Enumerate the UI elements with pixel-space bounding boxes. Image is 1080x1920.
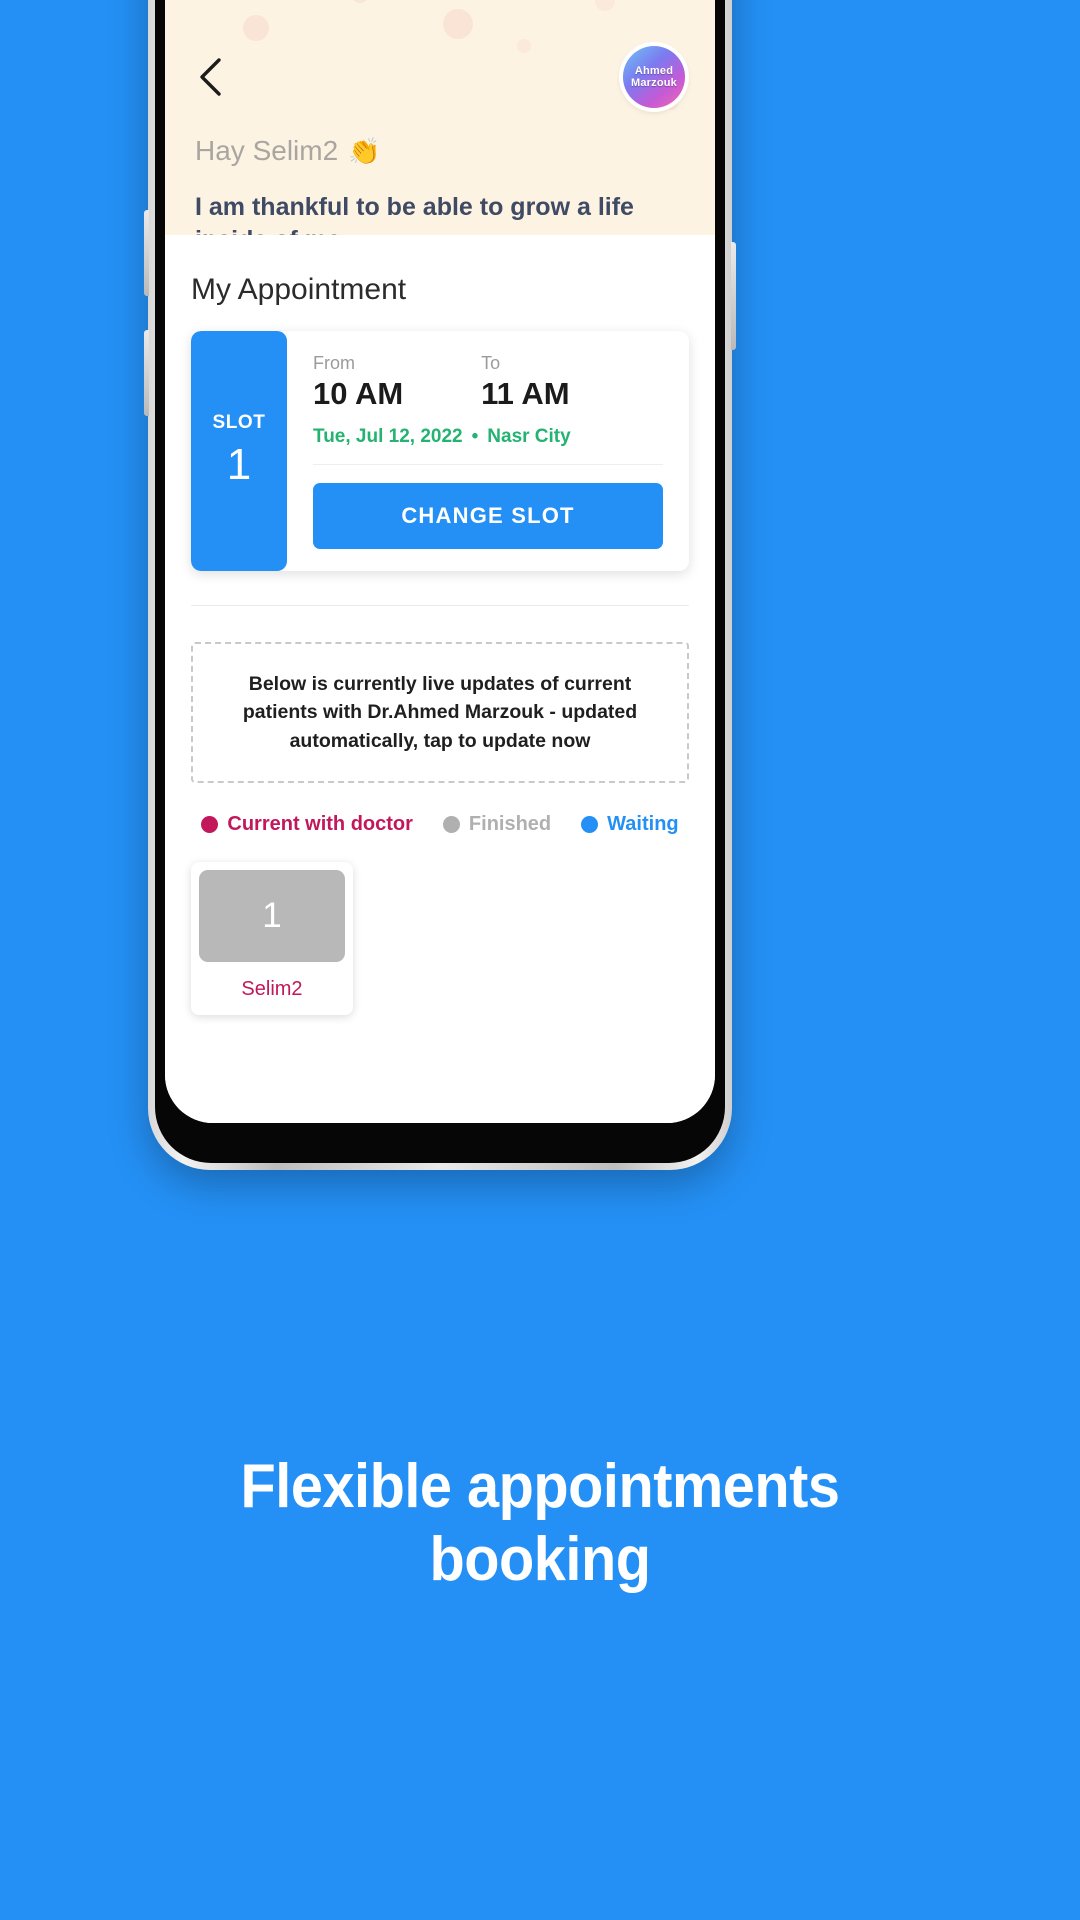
from-label: From (313, 353, 355, 373)
from-value: 10 AM (313, 376, 404, 411)
from-time-group: From 10 AM (313, 353, 403, 412)
appointment-details: From 10 AM To 11 AM Tue, Jul 12, 2022 • … (287, 331, 689, 571)
greeting-row: Hay Selim2 👏 (195, 135, 685, 167)
avatar-name-line2: Marzouk (630, 77, 678, 89)
clapping-hands-icon: 👏 (348, 135, 381, 166)
slot-number: 1 (226, 440, 252, 489)
app-screen: Ahmed Marzouk Hay Selim2 👏 I am thankful… (165, 0, 715, 1123)
queue-number-tile: 1 (199, 869, 345, 962)
promo-caption-line1: Flexible appointments (240, 1452, 840, 1521)
phone-screen: Ahmed Marzouk Hay Selim2 👏 I am thankful… (165, 0, 715, 1123)
appointment-card: SLOT 1 From 10 AM To 11 AM Tue, Jul 12, … (191, 331, 689, 571)
legend-item-waiting: Waiting (581, 812, 679, 836)
header-card: Ahmed Marzouk Hay Selim2 👏 I am thankful… (165, 0, 715, 235)
to-value: 11 AM (481, 376, 570, 411)
back-button[interactable] (195, 54, 241, 100)
power-button[interactable] (731, 242, 736, 350)
live-update-info-box[interactable]: Below is currently live updates of curre… (191, 642, 689, 783)
phone-frame: Ahmed Marzouk Hay Selim2 👏 I am thankful… (144, 0, 736, 1170)
queue-patient-name: Selim2 (241, 977, 303, 1000)
legend-label-waiting: Waiting (607, 812, 679, 835)
status-dot-waiting (581, 815, 599, 833)
volume-down-button[interactable] (144, 330, 149, 416)
avatar[interactable]: Ahmed Marzouk (623, 46, 685, 108)
meta-separator-dot: • (471, 426, 479, 447)
status-dot-current (201, 815, 219, 833)
appointment-meta-row: Tue, Jul 12, 2022 • Nasr City (313, 426, 663, 465)
slot-label: SLOT (212, 412, 266, 433)
patient-queue-list: 1 Selim2 (191, 861, 689, 1015)
time-row: From 10 AM To 11 AM (313, 353, 663, 412)
affirmation-text: I am thankful to be able to grow a life … (195, 193, 634, 235)
slot-badge: SLOT 1 (191, 331, 287, 571)
header-top-row: Ahmed Marzouk (195, 0, 685, 109)
legend-label-finished: Finished (468, 812, 552, 835)
greeting-text: Hay Selim2 (195, 135, 339, 166)
appointment-date: Tue, Jul 12, 2022 (313, 426, 463, 447)
volume-up-button[interactable] (144, 210, 149, 296)
legend-item-finished: Finished (442, 812, 552, 836)
change-slot-button[interactable]: CHANGE SLOT (313, 483, 663, 549)
legend-item-current: Current with doctor (201, 813, 413, 836)
page-title: My Appointment (191, 273, 407, 306)
promo-caption-line2: booking (429, 1525, 651, 1595)
phone-bezel: Ahmed Marzouk Hay Selim2 👏 I am thankful… (155, 0, 725, 1163)
to-time-group: To 11 AM (481, 353, 569, 412)
legend-label-current: Current with doctor (227, 812, 413, 835)
chevron-left-icon (195, 56, 225, 98)
list-item[interactable]: 1 Selim2 (191, 861, 353, 1015)
appointment-section: My Appointment SLOT 1 From 10 AM To 11 A… (165, 235, 715, 571)
promo-caption: Flexible appointments booking (38, 1450, 1042, 1596)
avatar-name-line1: Ahmed (634, 65, 674, 77)
status-legend: Current with doctor Finished Waiting (191, 813, 689, 836)
appointment-location: Nasr City (487, 426, 571, 447)
to-label: To (481, 353, 501, 373)
live-updates-section: Below is currently live updates of curre… (165, 606, 715, 1015)
status-dot-finished (442, 815, 460, 833)
